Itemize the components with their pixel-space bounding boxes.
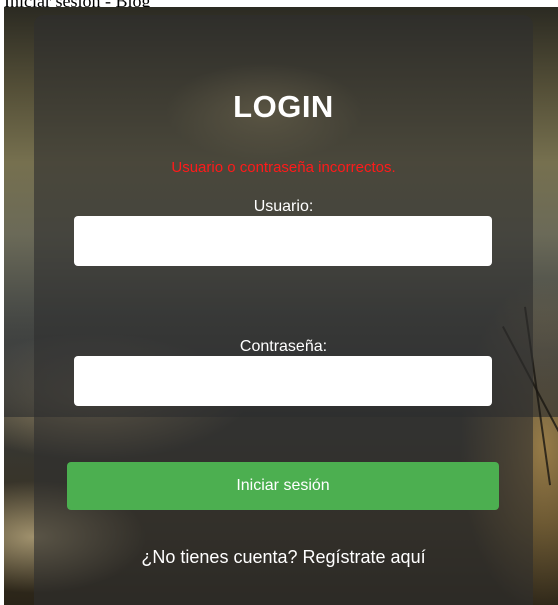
username-input[interactable] bbox=[74, 216, 492, 266]
username-label: Usuario: bbox=[253, 198, 314, 215]
login-error-message: Usuario o contraseña incorrectos. bbox=[171, 159, 396, 176]
login-panel: LOGIN Usuario o contraseña incorrectos. … bbox=[34, 15, 533, 605]
password-input[interactable] bbox=[74, 356, 492, 406]
register-link[interactable]: ¿No tienes cuenta? Regístrate aquí bbox=[141, 547, 425, 567]
login-title: LOGIN bbox=[233, 89, 334, 124]
password-label: Contraseña: bbox=[239, 338, 328, 355]
login-submit-button[interactable]: Iniciar sesión bbox=[67, 462, 499, 510]
register-prompt: ¿No tienes cuenta? Regístrate aquí bbox=[34, 547, 533, 568]
